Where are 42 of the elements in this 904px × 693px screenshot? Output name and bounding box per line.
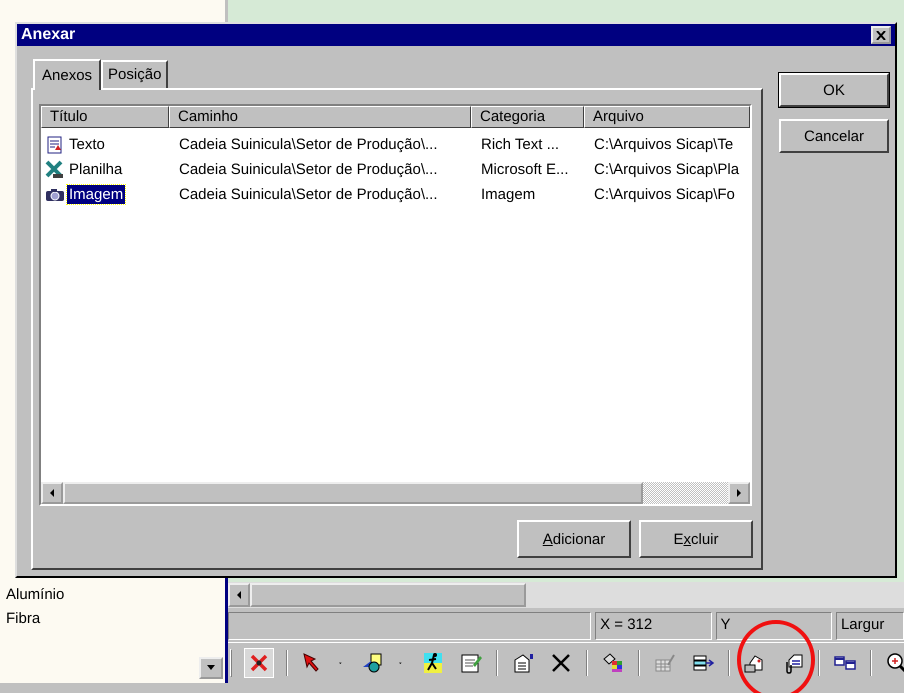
status-field: Largur (836, 612, 904, 640)
delete-x-icon[interactable] (245, 649, 273, 677)
dialog-button[interactable]: Cancelar (779, 119, 889, 153)
dialog-button[interactable]: Adicionar (517, 520, 631, 558)
column-header[interactable]: Arquivo (584, 106, 750, 128)
dialog-button[interactable]: OK (779, 73, 889, 107)
left-arrow-icon (236, 590, 242, 600)
scroll-down-button[interactable] (199, 657, 223, 679)
status-field: X = 312 (595, 612, 712, 640)
dialog-button[interactable]: Excluir (639, 520, 753, 558)
status-field: Y (716, 612, 832, 640)
table-cell-text: C:\Arquivos Sicap\Te (593, 136, 734, 153)
column-header[interactable]: Categoria (471, 106, 584, 128)
left-arrow-icon (49, 488, 55, 498)
table-cell-text: C:\Arquivos Sicap\Pla (593, 161, 740, 178)
close-icon (876, 30, 886, 40)
table-cell-text: Rich Text ... (480, 136, 560, 153)
palette-icon[interactable] (601, 651, 625, 675)
right-arrow-icon (736, 488, 742, 498)
row-title[interactable]: Imagem (67, 185, 126, 204)
close-button[interactable] (871, 26, 891, 44)
column-header[interactable]: Caminho (169, 106, 471, 128)
column-header[interactable]: Título (41, 106, 169, 128)
window-title: Anexar (21, 26, 76, 44)
list-item[interactable]: Alumínio (6, 585, 225, 605)
tab[interactable]: Posição (101, 60, 168, 88)
horizontal-scrollbar[interactable] (41, 482, 750, 504)
table-cell-text: Microsoft E... (480, 161, 570, 178)
table-cell-text: C:\Arquivos Sicap\Fo (593, 186, 736, 203)
table-cell-text: Cadeia Suinicula\Setor de Produção\... (178, 136, 438, 153)
spreadsheet-icon (45, 160, 65, 180)
running-figure-icon[interactable] (421, 651, 445, 675)
down-arrow-icon (206, 665, 216, 671)
tab[interactable]: Anexos (33, 59, 102, 90)
list-item[interactable]: Fibra (6, 609, 225, 629)
row-title[interactable]: Texto (67, 135, 107, 154)
horizontal-scrollbar[interactable] (228, 582, 904, 608)
table-cell-text: Cadeia Suinicula\Setor de Produção\... (178, 186, 438, 203)
zoom-in-icon[interactable] (885, 651, 904, 675)
row-title[interactable]: Planilha (67, 160, 124, 179)
table-cell-text: Cadeia Suinicula\Setor de Produção\... (178, 161, 438, 178)
table-cell-text: Imagem (480, 186, 536, 203)
